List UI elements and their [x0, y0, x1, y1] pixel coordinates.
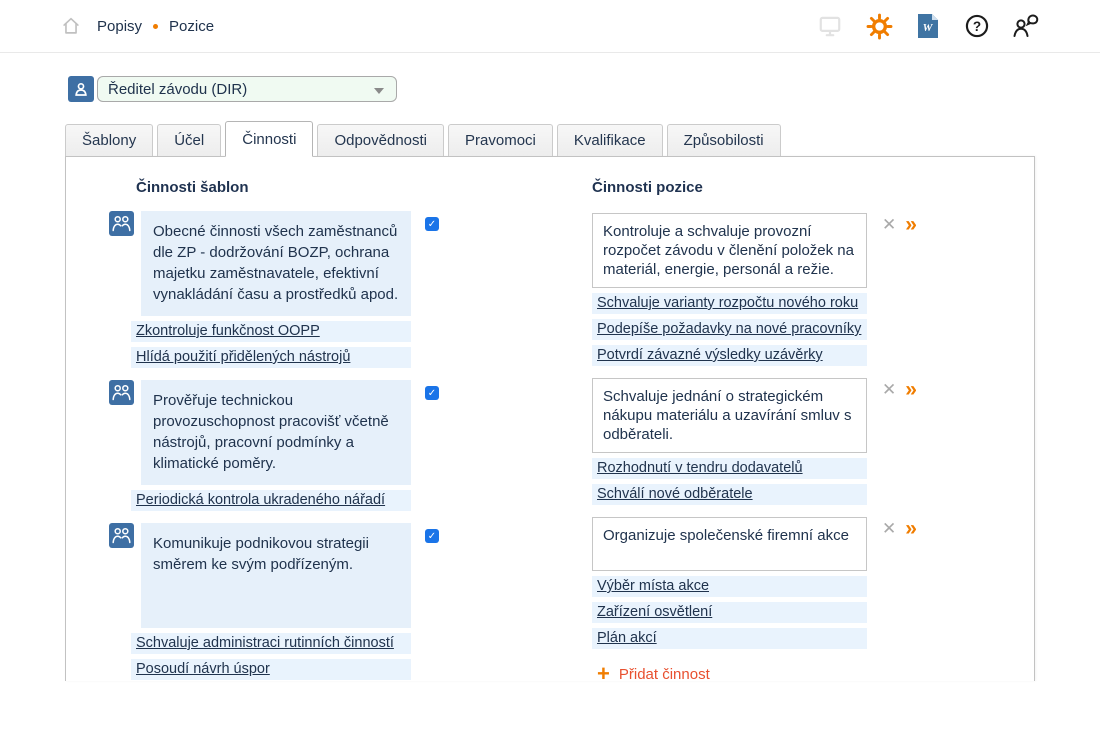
position-selector-row: Ředitel závodu (DIR) — [68, 76, 1100, 102]
template-activity-checkbox[interactable]: ✓ — [425, 217, 439, 231]
home-icon[interactable] — [60, 15, 82, 37]
position-select[interactable]: Ředitel závodu (DIR) — [97, 76, 397, 102]
tab-sablony[interactable]: Šablony — [65, 124, 153, 156]
position-subactivity-link[interactable]: Plán akcí — [597, 630, 657, 646]
breadcrumb: Popisy Pozice — [60, 15, 214, 37]
position-subactivity-link[interactable]: Výběr místa akce — [597, 578, 709, 594]
position-subactivity-link[interactable]: Potvrdí závazné výsledky uzávěrky — [597, 347, 823, 363]
chevron-down-icon — [374, 88, 384, 94]
template-subactivity-row[interactable]: Hlídá použití přidělených nástrojů — [131, 347, 411, 368]
position-column-title: Činnosti pozice — [592, 179, 937, 196]
position-subactivity-row[interactable]: Zařízení osvětlení — [592, 602, 867, 623]
word-document-icon[interactable]: W — [914, 12, 942, 40]
remove-icon[interactable]: ✕ — [882, 381, 896, 398]
breadcrumb-separator-dot — [153, 24, 158, 29]
toolbar: W ? — [816, 12, 1040, 40]
gear-icon[interactable] — [865, 12, 893, 40]
template-subactivity-row[interactable]: Periodická kontrola ukradeného nářadí — [131, 490, 411, 511]
template-activity-text: Obecné činnosti všech zaměstnanců dle ZP… — [141, 211, 411, 316]
position-subactivity-row[interactable]: Výběr místa akce — [592, 576, 867, 597]
tab-cinnosti[interactable]: Činnosti — [225, 121, 313, 157]
tab-pravomoci[interactable]: Pravomoci — [448, 124, 553, 156]
position-subactivity-link[interactable]: Schvaluje varianty rozpočtu nového roku — [597, 295, 858, 311]
template-activity-checkbox[interactable]: ✓ — [425, 386, 439, 400]
position-activity-textbox[interactable]: Kontroluje a schvaluje provozní rozpočet… — [592, 213, 867, 288]
svg-text:W: W — [923, 22, 934, 34]
position-subactivity-row[interactable]: Schvaluje varianty rozpočtu nového roku — [592, 293, 867, 314]
position-subactivity-row[interactable]: Podepíše požadavky na nové pracovníky — [592, 319, 867, 340]
breadcrumb-item-pozice[interactable]: Pozice — [169, 18, 214, 35]
template-activity-group: Prověřuje technickou provozuschopnost pr… — [109, 380, 482, 511]
add-activity-button[interactable]: + Přidat činnost — [597, 663, 937, 681]
group-icon — [109, 380, 134, 405]
template-activities-column: Činnosti šablon Obecné činnosti všech za… — [109, 179, 482, 681]
tab-zpusobilosti[interactable]: Způsobilosti — [667, 124, 781, 156]
remove-icon[interactable]: ✕ — [882, 216, 896, 233]
move-right-icon[interactable]: » — [905, 381, 915, 399]
check-icon: ✓ — [428, 219, 436, 230]
group-icon — [109, 211, 134, 236]
tab-bar: Šablony Účel Činnosti Odpovědnosti Pravo… — [65, 120, 1100, 156]
position-subactivity-row[interactable]: Potvrdí závazné výsledky uzávěrky — [592, 345, 867, 366]
position-activity-textbox[interactable]: Schvaluje jednání o strategickém nákupu … — [592, 378, 867, 453]
position-activities-column: Činnosti pozice Kontroluje a schvaluje p… — [592, 179, 937, 681]
template-activity-group: Obecné činnosti všech zaměstnanců dle ZP… — [109, 211, 482, 368]
template-activity-text: Prověřuje technickou provozuschopnost pr… — [141, 380, 411, 485]
help-icon[interactable]: ? — [963, 12, 991, 40]
position-select-value: Ředitel závodu (DIR) — [108, 81, 247, 98]
check-icon: ✓ — [428, 388, 436, 399]
template-subactivity-row[interactable]: Schvaluje administraci rutinních činnost… — [131, 633, 411, 654]
move-right-icon[interactable]: » — [905, 520, 915, 538]
breadcrumb-item-popisy[interactable]: Popisy — [97, 18, 142, 35]
position-subactivity-row[interactable]: Schválí nové odběratele — [592, 484, 867, 505]
position-subactivity-link[interactable]: Schválí nové odběratele — [597, 486, 753, 502]
template-subactivity-link[interactable]: Hlídá použití přidělených nástrojů — [136, 349, 350, 365]
position-subactivity-link[interactable]: Zařízení osvětlení — [597, 604, 712, 620]
template-subactivity-row[interactable]: Zkontroluje funkčnost OOPP — [131, 321, 411, 342]
position-subactivity-row[interactable]: Rozhodnutí v tendru dodavatelů — [592, 458, 867, 479]
template-activity-text: Komunikuje podnikovou strategii směrem k… — [141, 523, 411, 628]
user-speech-icon[interactable] — [1012, 12, 1040, 40]
template-subactivity-row[interactable]: Posoudí návrh úspor — [131, 659, 411, 680]
template-subactivity-link[interactable]: Periodická kontrola ukradeného nářadí — [136, 492, 385, 508]
tab-odpovednosti[interactable]: Odpovědnosti — [317, 124, 444, 156]
plus-icon: + — [597, 663, 610, 681]
template-subactivity-link[interactable]: Posoudí návrh úspor — [136, 661, 270, 677]
position-activity-item: Kontroluje a schvaluje provozní rozpočet… — [592, 213, 937, 366]
move-right-icon[interactable]: » — [905, 216, 915, 234]
position-subactivity-link[interactable]: Podepíše požadavky na nové pracovníky — [597, 321, 861, 337]
monitor-icon[interactable] — [816, 12, 844, 40]
remove-icon[interactable]: ✕ — [882, 520, 896, 537]
group-icon — [109, 523, 134, 548]
person-icon — [68, 76, 94, 102]
check-icon: ✓ — [428, 531, 436, 542]
tab-ucel[interactable]: Účel — [157, 124, 221, 156]
position-activity-item: Organizuje společenské firemní akce ✕ » … — [592, 517, 937, 649]
top-bar: Popisy Pozice — [0, 0, 1100, 53]
template-subactivity-link[interactable]: Schvaluje administraci rutinních činnost… — [136, 635, 394, 651]
tab-kvalifikace[interactable]: Kvalifikace — [557, 124, 663, 156]
position-activity-item: Schvaluje jednání o strategickém nákupu … — [592, 378, 937, 505]
template-column-title: Činnosti šablon — [136, 179, 482, 196]
svg-text:?: ? — [973, 19, 981, 34]
template-subactivity-link[interactable]: Zkontroluje funkčnost OOPP — [136, 323, 320, 339]
template-activity-group: Komunikuje podnikovou strategii směrem k… — [109, 523, 482, 680]
activities-panel: Činnosti šablon Obecné činnosti všech za… — [65, 156, 1035, 681]
position-activity-textbox[interactable]: Organizuje společenské firemní akce — [592, 517, 867, 571]
position-subactivity-row[interactable]: Plán akcí — [592, 628, 867, 649]
add-activity-label: Přidat činnost — [619, 666, 710, 682]
position-subactivity-link[interactable]: Rozhodnutí v tendru dodavatelů — [597, 460, 803, 476]
template-activity-checkbox[interactable]: ✓ — [425, 529, 439, 543]
